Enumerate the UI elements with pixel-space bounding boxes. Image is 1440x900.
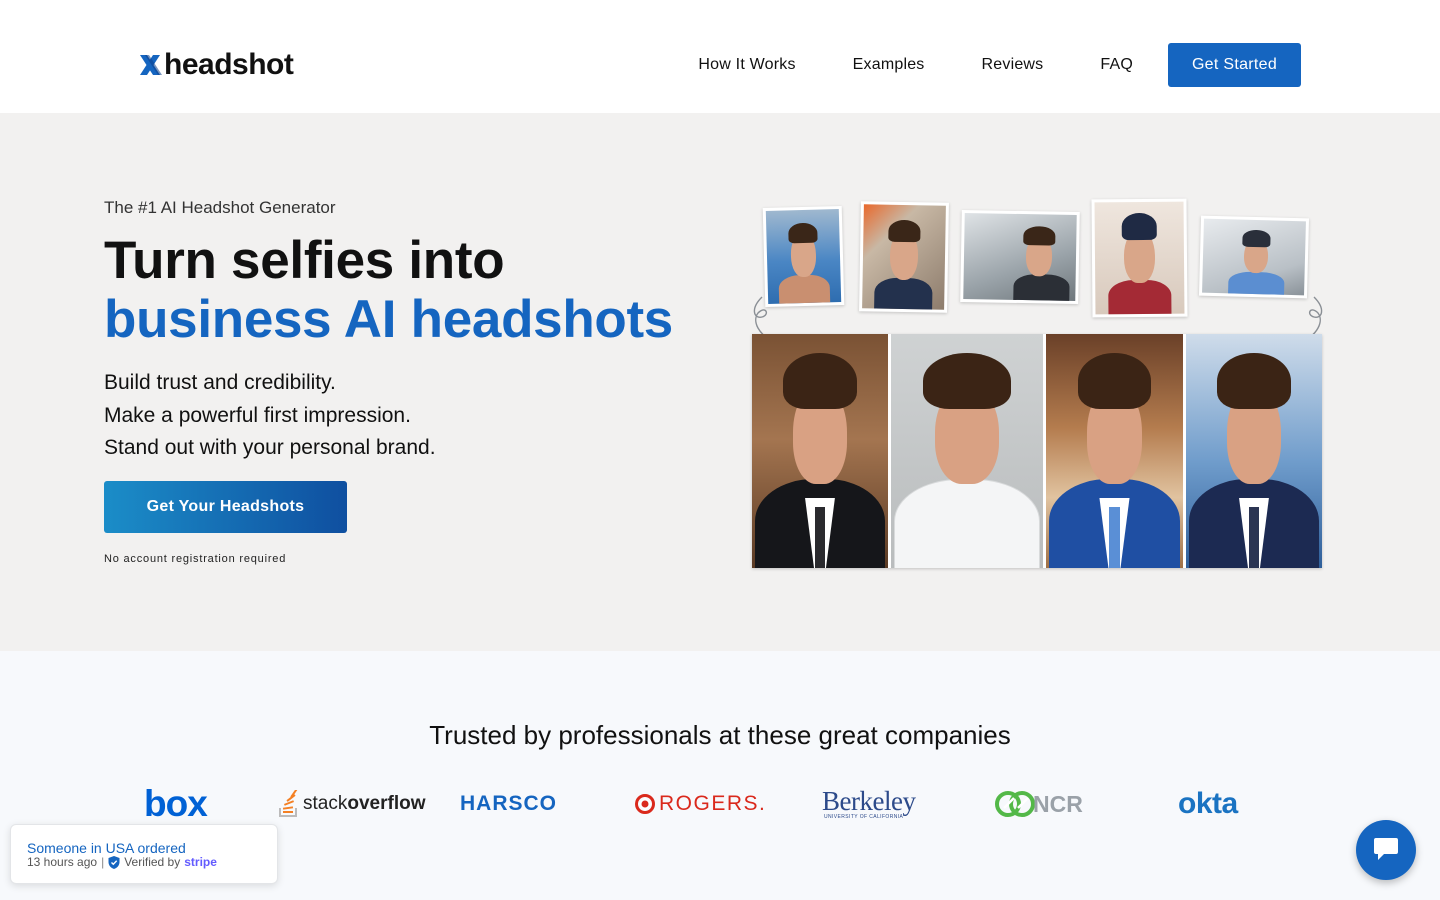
stripe-logo: stripe [184, 855, 217, 869]
shield-check-icon [108, 855, 120, 869]
rogers-logo: ROGERS. [634, 784, 766, 824]
ncr-wordmark: NCR [1033, 790, 1083, 817]
rogers-wordmark: ROGERS. [659, 792, 767, 815]
hero-section: The #1 AI Headshot Generator Turn selfie… [0, 113, 1440, 651]
headshot-image [891, 334, 1043, 568]
ncr-logo: NCR [994, 784, 1083, 824]
site-header: headshot How It Works Examples Reviews F… [0, 0, 1440, 113]
selfie-photo-4 [1091, 198, 1188, 318]
headshot-image [1046, 334, 1183, 568]
main-nav: How It Works Examples Reviews FAQ Get St… [698, 43, 1301, 87]
headline-line-2: business AI headshots [104, 290, 673, 349]
berkeley-wordmark: Berkeley [822, 786, 916, 816]
nav-how-it-works[interactable]: How It Works [698, 56, 795, 74]
headshot-image [752, 334, 888, 568]
nav-reviews[interactable]: Reviews [982, 56, 1044, 74]
harsco-logo: HARSCO [460, 792, 558, 815]
chat-launcher-button[interactable] [1356, 820, 1416, 880]
hero-headline: Turn selfies into business AI headshots [104, 231, 673, 349]
get-your-headshots-button[interactable]: Get Your Headshots [104, 481, 347, 533]
box-logo: box [144, 783, 208, 824]
okta-logo: okta [1178, 787, 1238, 820]
berkeley-subtitle: UNIVERSITY OF CALIFORNIA [824, 814, 904, 820]
toast-meta: 13 hours ago | Verified by stripe [27, 855, 217, 869]
selfie-photo-5 [1198, 215, 1310, 299]
selfie-photo-3 [960, 209, 1080, 305]
nav-faq[interactable]: FAQ [1100, 56, 1133, 74]
stackoverflow-icon [279, 790, 298, 817]
toast-time: 13 hours ago [27, 855, 98, 869]
rogers-icon [635, 794, 655, 814]
site-logo[interactable]: headshot [138, 46, 294, 84]
logo-text: headshot [164, 48, 294, 81]
trusted-title: Trusted by professionals at these great … [429, 720, 1011, 750]
verified-label: Verified by [124, 855, 181, 869]
no-registration-note: No account registration required [104, 553, 287, 565]
chat-bubble-icon [1374, 838, 1398, 860]
subtext-line: Build trust and credibility. [104, 371, 336, 394]
stackoverflow-logo: stackoverflow [278, 784, 425, 824]
hero-subtext: Build trust and credibility. Make a powe… [104, 367, 436, 465]
headline-line-1: Turn selfies into [104, 231, 505, 290]
headshot-results-grid [752, 334, 1322, 568]
company-logos: box stackoverflow HARSCO ROGERS. Berkele… [0, 783, 1440, 824]
headshot-image [1186, 334, 1322, 568]
stackoverflow-wordmark: stackoverflow [303, 793, 426, 814]
nav-examples[interactable]: Examples [853, 56, 925, 74]
x-logo-icon [140, 55, 162, 75]
toast-message: Someone in USA ordered [27, 840, 186, 856]
subtext-line: Make a powerful first impression. [104, 403, 411, 427]
selfie-photo-1 [762, 205, 845, 308]
ncr-icon [995, 791, 1035, 817]
selfie-photo-2 [859, 201, 949, 313]
hero-eyebrow: The #1 AI Headshot Generator [104, 198, 336, 217]
berkeley-logo: Berkeley UNIVERSITY OF CALIFORNIA [822, 784, 916, 824]
divider: | [101, 855, 105, 869]
subtext-line: Stand out with your personal brand. [104, 436, 436, 459]
order-notification-toast[interactable]: Someone in USA ordered 13 hours ago | Ve… [10, 824, 278, 884]
get-started-button[interactable]: Get Started [1168, 43, 1301, 87]
